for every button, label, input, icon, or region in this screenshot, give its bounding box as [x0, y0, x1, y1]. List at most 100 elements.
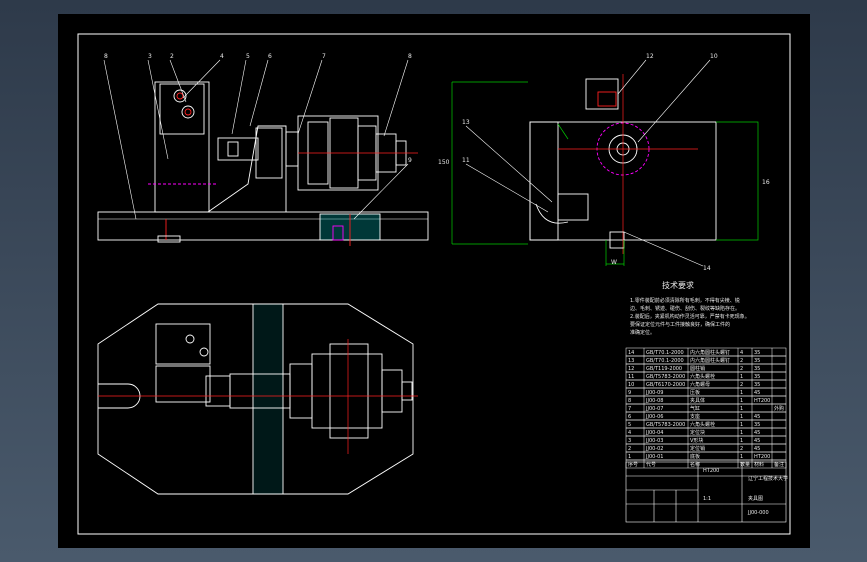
callout-label: 7 [322, 53, 326, 60]
callout-label: 8 [104, 53, 108, 60]
table-cell: 1 [740, 422, 743, 428]
technical-notes: 技术要求 1.零件装配前必须清除所有毛刺，不得有尖棱、锐 边、毛刺、锈迹、碰伤、… [630, 280, 750, 336]
table-cell: 35 [754, 382, 760, 388]
callout-label: 10 [710, 53, 718, 60]
table-cell: 35 [754, 374, 760, 380]
title-scale: 1:1 [703, 496, 711, 502]
table-cell: 7 [628, 406, 631, 412]
table-cell: 45 [754, 430, 760, 436]
table-cell: GB/T5783-2000 [646, 374, 685, 380]
callout-label: 8 [408, 53, 412, 60]
table-cell: GB/T6170-2000 [646, 382, 685, 388]
notes-line-3: 2.装配后，夹紧机构动作灵活可靠，严禁有卡死现象。 [630, 313, 750, 320]
callout-label: 6 [268, 53, 272, 60]
cad-viewport[interactable]: 150 16 W 技术要求 1.零件装配前必须清除所有毛刺，不得有尖棱、锐 边、… [58, 14, 810, 548]
table-cell: 45 [754, 414, 760, 420]
callout-label: 14 [703, 265, 711, 272]
table-cell: 1 [740, 406, 743, 412]
table-cell: HT200 [754, 398, 770, 404]
notes-line-5: 准确定位。 [630, 329, 655, 336]
callout-label: 4 [220, 53, 224, 60]
callout-label: 9 [408, 157, 412, 164]
table-cell: 12 [628, 366, 634, 372]
table-cell: JJ00-04 [645, 430, 663, 436]
table-cell: 1 [740, 454, 743, 460]
table-cell: JJ00-06 [645, 414, 663, 420]
table-cell: 4 [740, 350, 743, 356]
table-cell: V形块 [690, 437, 703, 444]
callout-label: 12 [646, 53, 654, 60]
table-cell: 8 [628, 398, 631, 404]
table-cell: 2 [628, 446, 631, 452]
table-cell: 压板 [690, 389, 700, 396]
table-cell: 1 [628, 454, 631, 460]
callout-label: 2 [170, 53, 174, 60]
table-cell: 11 [628, 374, 634, 380]
table-cell: 外购 [774, 405, 784, 412]
notes-line-2: 边、毛刺、锈迹、碰伤、刮伤、裂纹等缺陷存在。 [630, 305, 740, 312]
notes-line-1: 1.零件装配前必须清除所有毛刺，不得有尖棱、锐 [630, 297, 740, 304]
title-drawing-no: JJ00-000 [747, 510, 769, 516]
table-cell: 圆柱销 [690, 365, 705, 372]
table-cell: 1 [740, 390, 743, 396]
cad-drawing[interactable]: 150 16 W 技术要求 1.零件装配前必须清除所有毛刺，不得有尖棱、锐 边、… [58, 14, 810, 548]
table-cell: 45 [754, 446, 760, 452]
title-drawing-name: 夹具图 [748, 495, 763, 502]
table-cell: 1 [740, 374, 743, 380]
side-view[interactable] [529, 74, 717, 254]
table-cell: JJ00-01 [645, 454, 663, 460]
table-cell: 2 [740, 366, 743, 372]
table-cell: 六角头螺栓 [690, 421, 715, 428]
table-cell: 定位块 [690, 429, 705, 436]
table-cell: 35 [754, 422, 760, 428]
table-cell: 六角头螺栓 [690, 373, 715, 380]
table-cell: 2 [740, 382, 743, 388]
table-cell: JJ00-08 [645, 398, 663, 404]
table-cell: 1 [740, 398, 743, 404]
table-cell: 35 [754, 366, 760, 372]
notes-title: 技术要求 [662, 280, 694, 290]
table-cell: 底板 [690, 453, 700, 460]
table-cell: GB/T119-2000 [646, 366, 682, 372]
side-view-leaders [465, 59, 711, 267]
table-cell: JJ00-03 [645, 438, 663, 444]
table-cell: GB/T70.1-2000 [646, 358, 684, 364]
table-cell: 支座 [690, 413, 700, 420]
table-cell: 1 [740, 414, 743, 420]
table-cell: 1 [740, 438, 743, 444]
table-cell: 六角螺母 [690, 381, 710, 388]
table-cell: 内六角圆柱头螺钉 [690, 357, 730, 364]
dim-width: W [611, 259, 617, 266]
front-elevation-view[interactable] [97, 81, 429, 246]
table-cell: 4 [628, 430, 631, 436]
table-cell: HT200 [754, 454, 770, 460]
table-cell: 45 [754, 390, 760, 396]
table-cell: 45 [754, 438, 760, 444]
table-cell: 10 [628, 382, 634, 388]
dim-height: 150 [438, 159, 450, 166]
table-cell: 2 [740, 358, 743, 364]
table-cell: 5 [628, 422, 631, 428]
dim-right: 16 [762, 179, 770, 186]
plan-view[interactable] [97, 303, 418, 495]
callout-label: 11 [462, 157, 470, 164]
table-cell: 内六角圆柱头螺钉 [690, 349, 730, 356]
table-cell: JJ00-02 [645, 446, 663, 452]
callout-label: 13 [462, 119, 470, 126]
callout-label: 5 [246, 53, 250, 60]
notes-line-4: 要保证定位元件与工件接触良好，确保工件的 [630, 321, 730, 328]
table-cell: 13 [628, 358, 634, 364]
table-cell: 35 [754, 350, 760, 356]
table-cell: GB/T70.1-2000 [646, 350, 684, 356]
table-cell: GB/T5783-2000 [646, 422, 685, 428]
table-cell: 6 [628, 414, 631, 420]
title-school: 辽宁工程技术大学 [748, 475, 788, 482]
table-cell: 14 [628, 350, 634, 356]
parts-list-table: 14 GB/T70.1-2000 内六角圆柱头螺钉 4 3513 GB/T70.1-200… [625, 347, 787, 469]
table-cell: 定位销 [690, 445, 705, 452]
title-material: HT200 [703, 468, 719, 474]
callout-label: 3 [148, 53, 152, 60]
table-cell: 2 [740, 446, 743, 452]
table-cell: 1 [740, 430, 743, 436]
table-cell: 夹具体 [690, 397, 705, 404]
